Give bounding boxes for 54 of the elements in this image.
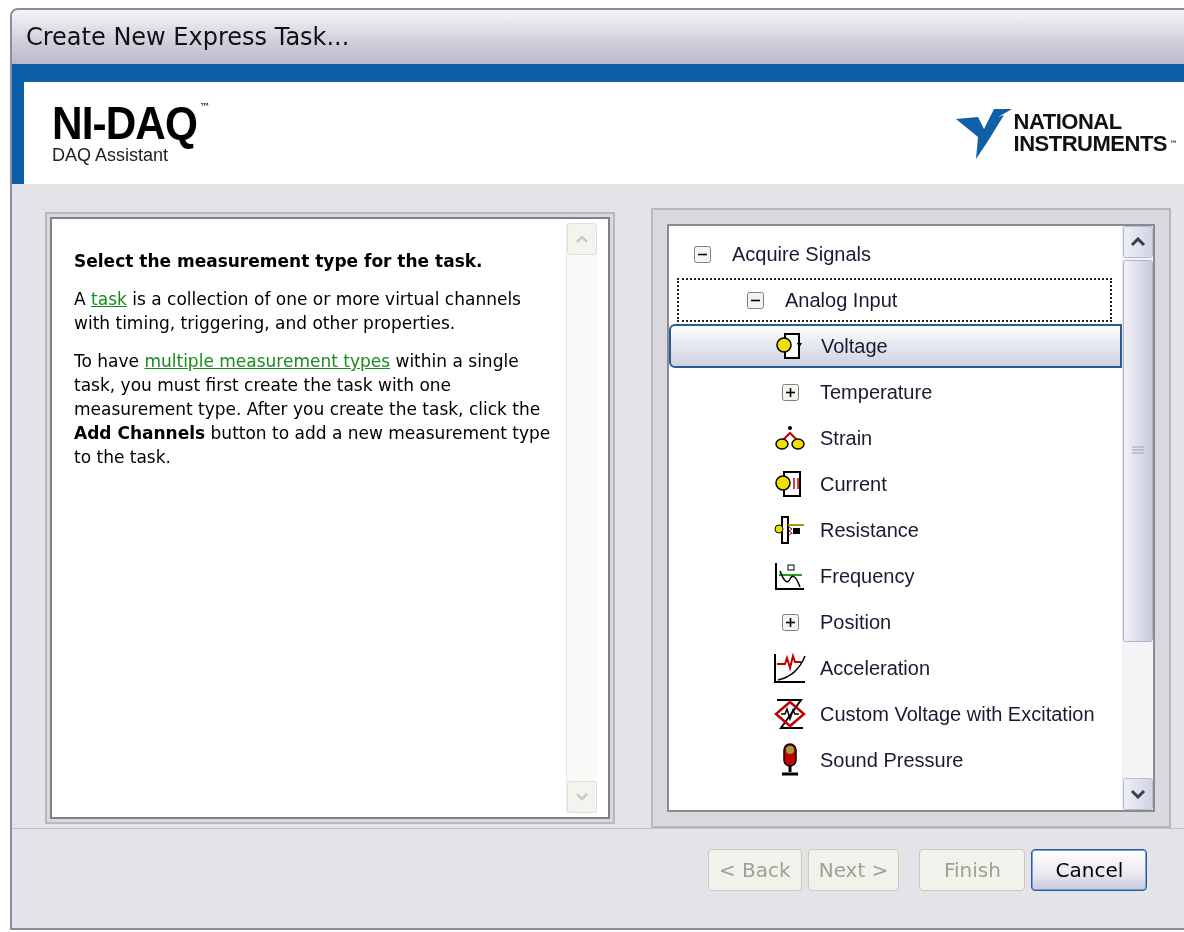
tree-item-label: Custom Voltage with Excitation <box>820 702 1095 726</box>
tree-item-label: Strain <box>820 426 873 450</box>
strain-gauge-icon <box>774 425 806 451</box>
tree-item[interactable]: Sound Pressure <box>669 738 1122 782</box>
tree-item-label: Temperature <box>820 380 933 404</box>
product-subtitle: DAQ Assistant <box>52 144 169 166</box>
scroll-down-button[interactable] <box>1123 778 1153 810</box>
tree-item-label: Frequency <box>820 564 915 588</box>
help-paragraph: To have multiple measurement types within a single task, you must first create the task with one measurement type. After you create the task, click the Add Channels button to add a new measurement type to the task. <box>74 350 552 469</box>
tree-item[interactable]: Temperature <box>669 370 1122 414</box>
help-paragraph: A task is a collection of one or more virtual channels with timing, triggering, and other properties. <box>74 288 522 335</box>
expander-icon[interactable] <box>746 291 764 309</box>
tree-item[interactable]: Analog Input <box>677 278 1112 322</box>
chevron-up-icon <box>575 234 589 244</box>
tree-item-label: Acquire Signals <box>732 242 871 266</box>
tree-item-label: Analog Input <box>785 288 898 312</box>
chevron-up-icon <box>1130 237 1146 247</box>
help-link[interactable]: task <box>91 289 127 309</box>
acceleration-graph-icon <box>773 652 807 684</box>
wizard-button[interactable]: Cancel <box>1031 849 1148 891</box>
tree-item-label: Position <box>820 610 892 634</box>
tree-item[interactable]: Custom Voltage with Excitation <box>669 692 1122 736</box>
tree-item-label: Current <box>820 472 887 496</box>
trademark-sign: ™ <box>199 100 211 114</box>
expander-icon[interactable] <box>693 245 711 263</box>
tree-item-label: Acceleration <box>820 656 931 680</box>
help-link[interactable]: multiple measurement types <box>144 351 391 371</box>
scroll-thumb[interactable] <box>1123 260 1153 642</box>
tree-item[interactable]: Acquire Signals <box>669 232 1122 276</box>
tree-item-label: Resistance <box>820 518 919 542</box>
company-name: INSTRUMENTS <box>1013 133 1167 155</box>
chevron-down-icon <box>575 792 589 802</box>
tree-item[interactable]: Resistance <box>669 508 1122 552</box>
scrollbar[interactable] <box>1122 226 1153 810</box>
tree-item[interactable]: Strain <box>669 416 1122 460</box>
expander-icon[interactable] <box>781 613 799 631</box>
tree-item-label: Voltage <box>821 334 888 358</box>
expander-icon[interactable] <box>781 383 799 401</box>
tree-item[interactable]: Frequency <box>669 554 1122 598</box>
tree-item[interactable]: Position <box>669 600 1122 644</box>
resistor-icon <box>774 515 806 545</box>
tree-item-label: Sound Pressure <box>820 748 964 772</box>
excitation-circuit-icon <box>773 698 807 730</box>
scroll-up-button[interactable] <box>1123 226 1153 258</box>
waveform-graph-icon <box>774 561 806 591</box>
company-name: NATIONAL <box>1013 111 1123 133</box>
window-title: Create New Express Task... <box>26 23 350 51</box>
help-heading: Select the measurement type for the task. <box>74 250 484 273</box>
tree-item[interactable]: Acceleration <box>669 646 1122 690</box>
tree-item[interactable]: Current <box>669 462 1122 506</box>
grip-icon <box>1132 446 1144 456</box>
chevron-down-icon <box>1130 789 1146 799</box>
tree-item[interactable]: Voltage <box>669 324 1122 368</box>
trademark-sign: ™ <box>1169 139 1178 149</box>
